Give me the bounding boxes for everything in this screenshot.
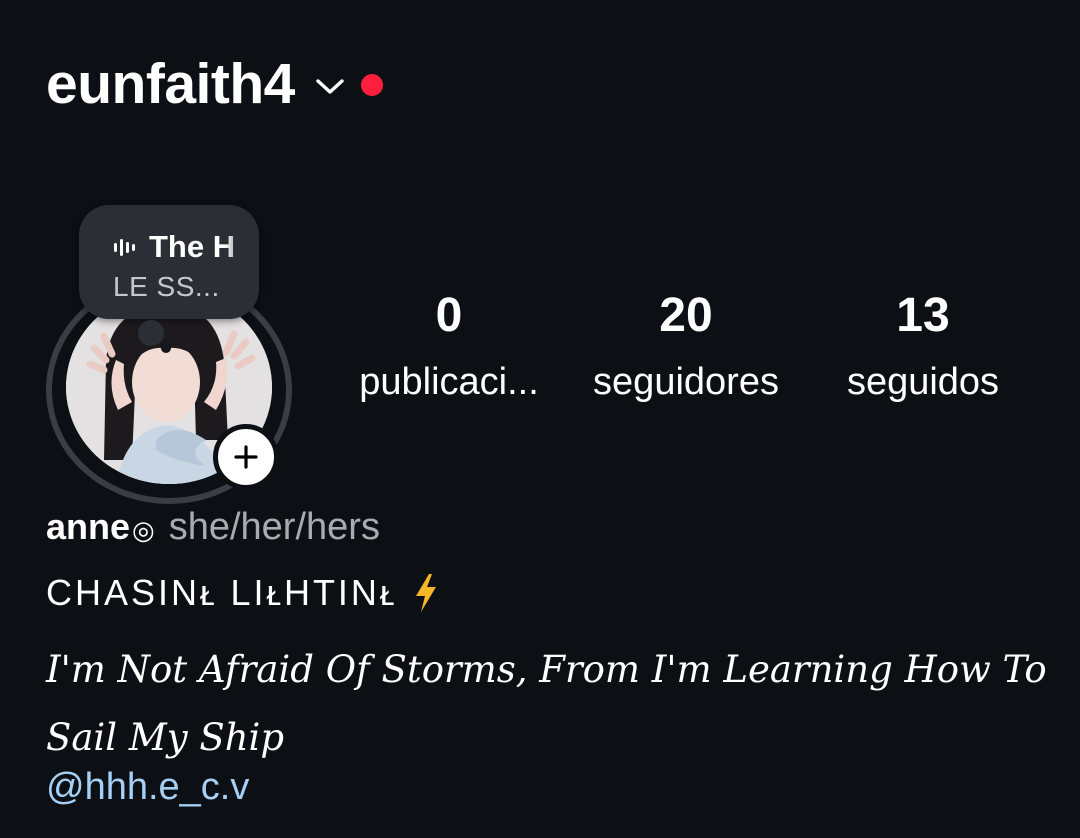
bio-mention-link[interactable]: @hhh.e_c.v (46, 766, 249, 809)
stat-posts[interactable]: 0 publicaci... (348, 288, 550, 406)
note-song-title: The H (149, 229, 236, 264)
stat-following[interactable]: 13 seguidos (833, 288, 1013, 406)
stat-followers-label: seguidores (593, 361, 779, 403)
audio-bars-icon (114, 239, 135, 256)
bio-quote: I'm Not Afraid Of Storms, From I'm Learn… (46, 648, 1047, 759)
profile-screen: eunfaith4 The H LE SS... 0 publicaci... … (0, 0, 1080, 838)
bio-tagline: CHASINᴌ LIᴌHTINᴌ (46, 572, 398, 613)
lightning-icon (416, 574, 437, 612)
stat-posts-label: publicaci... (359, 361, 539, 403)
stat-posts-count: 0 (435, 289, 463, 342)
note-bubble-tail-dot (160, 340, 171, 351)
profile-header: eunfaith4 (46, 44, 383, 124)
stat-followers[interactable]: 20 seguidores (580, 288, 792, 406)
stat-following-label: seguidos (846, 361, 1000, 403)
username[interactable]: eunfaith4 (46, 55, 295, 113)
pronouns: she/her/hers (168, 506, 380, 548)
name-line: anne ◎ she/her/hers (46, 506, 380, 549)
note-bubble[interactable]: The H LE SS... (79, 205, 259, 319)
add-story-button[interactable] (213, 424, 279, 490)
chevron-down-icon[interactable] (315, 77, 345, 97)
display-name: anne (46, 506, 131, 547)
stat-following-count: 13 (896, 289, 950, 342)
note-artist: LE SS... (113, 271, 220, 302)
swirl-emoji: ◎ (132, 515, 155, 545)
bio-line-1: CHASINᴌ LIᴌHTINᴌ (46, 572, 439, 614)
stat-followers-count: 20 (659, 289, 713, 342)
plus-icon (234, 445, 258, 469)
notification-dot (360, 74, 383, 96)
